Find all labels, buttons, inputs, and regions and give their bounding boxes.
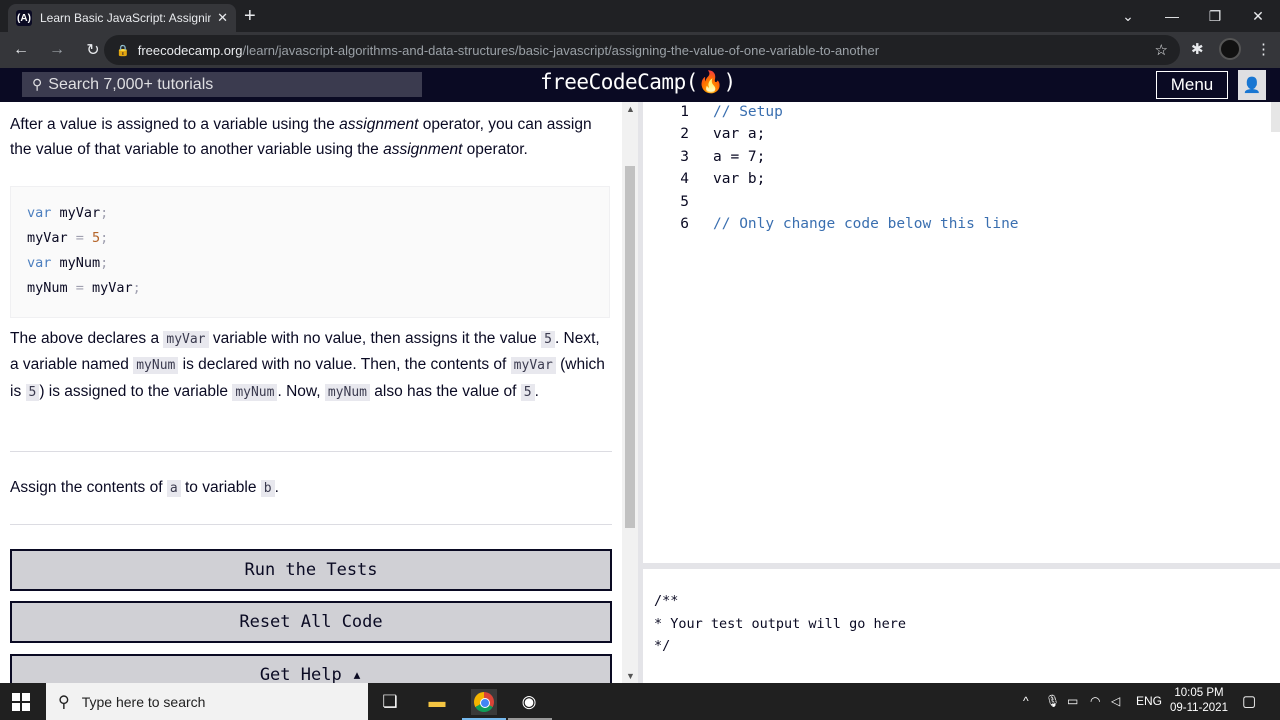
lesson-explanation: The above declares a myVar variable with… — [10, 330, 605, 401]
clock-date: 09-11-2021 — [1170, 702, 1228, 714]
lesson-task: Assign the contents of a to variable b. — [10, 479, 279, 497]
file-explorer-icon[interactable]: ▬ — [424, 689, 450, 715]
url-host: freecodecamp.org — [137, 42, 243, 58]
chrome-taskbar-icon[interactable] — [471, 689, 497, 715]
scroll-down-icon[interactable]: ▼ — [626, 671, 635, 681]
search-icon: ⚲ — [58, 693, 70, 711]
editor-line: 1// Setup — [680, 104, 783, 120]
code-line: myNum = myVar; — [27, 280, 141, 296]
user-avatar-icon[interactable]: 👤 — [1238, 70, 1266, 100]
output-line: /** — [654, 593, 679, 609]
run-tests-button[interactable]: Run the Tests — [10, 549, 612, 591]
code-line: var myVar; — [27, 205, 109, 221]
battery-icon[interactable]: ▭ — [1067, 694, 1078, 708]
bookmark-star-icon[interactable]: ☆ — [1155, 41, 1168, 59]
tab-search-chevron-icon[interactable]: ⌄ — [1106, 0, 1150, 32]
lesson-pane: After a value is assigned to a variable … — [0, 102, 622, 683]
editor-line: 2 var a; — [680, 126, 766, 142]
close-window-icon[interactable]: ✕ — [1236, 0, 1280, 32]
output-line: * Your test output will go here — [654, 616, 906, 632]
editor-line: 4 var b; — [680, 171, 766, 187]
profile-avatar[interactable] — [1219, 38, 1241, 60]
editor-scrollbar[interactable] — [1271, 102, 1280, 132]
tab-title: Learn Basic JavaScript: Assigning — [40, 11, 212, 25]
test-output-panel: /** * Your test output will go here */ — [643, 569, 1280, 683]
notifications-icon[interactable]: ▢ — [1242, 692, 1256, 710]
fcc-logo[interactable]: freeCodeCamp(🔥) — [540, 70, 736, 95]
close-tab-icon[interactable]: ✕ — [217, 10, 228, 26]
divider — [10, 451, 612, 452]
reset-code-button[interactable]: Reset All Code — [10, 601, 612, 643]
menu-button[interactable]: Menu — [1156, 71, 1228, 99]
browser-tab-strip: (A) Learn Basic JavaScript: Assigning ✕ … — [0, 0, 1280, 32]
show-hidden-icons-icon[interactable]: ^ — [1023, 694, 1029, 708]
taskbar-search-placeholder: Type here to search — [81, 693, 206, 710]
url-path: /learn/javascript-algorithms-and-data-st… — [242, 42, 880, 58]
taskbar-search-input[interactable]: ⚲ Type here to search — [46, 683, 368, 720]
fcc-favicon-icon: (A) — [16, 10, 32, 26]
address-bar[interactable]: 🔒 freecodecamp.org /learn/javascript-alg… — [104, 35, 1180, 65]
browser-menu-icon[interactable]: ⋮ — [1256, 40, 1271, 58]
search-icon: ⚲ — [32, 76, 43, 92]
language-indicator[interactable]: ENG — [1136, 694, 1162, 708]
windows-taskbar: ⚲ Type here to search ❏ ▬ ◉ ^ 🎙 ▭ ◠ ◁ EN… — [0, 683, 1280, 720]
search-placeholder: Search 7,000+ tutorials — [48, 75, 214, 93]
extensions-puzzle-icon[interactable]: ✱ — [1191, 40, 1204, 58]
volume-icon[interactable]: ◁ — [1111, 694, 1120, 708]
browser-toolbar: ← → ↻ 🔒 freecodecamp.org /learn/javascri… — [0, 32, 1280, 68]
code-example: var myVar; myVar = 5; var myNum; myNum =… — [10, 186, 610, 318]
search-input[interactable]: ⚲ Search 7,000+ tutorials — [22, 72, 422, 97]
obs-icon[interactable]: ◉ — [516, 689, 542, 715]
windows-start-icon[interactable] — [12, 693, 30, 711]
editor-line: 5 — [680, 194, 689, 210]
browser-tab[interactable]: (A) Learn Basic JavaScript: Assigning ✕ — [8, 4, 236, 32]
task-view-icon[interactable]: ❏ — [377, 689, 403, 715]
scroll-thumb[interactable] — [625, 166, 635, 528]
code-line: var myNum; — [27, 255, 109, 271]
wifi-icon[interactable]: ◠ — [1090, 694, 1100, 708]
microphone-icon[interactable]: 🎙 — [1045, 694, 1060, 708]
code-line: myVar = 5; — [27, 230, 109, 246]
lesson-intro: After a value is assigned to a variable … — [10, 116, 592, 159]
scroll-up-icon[interactable]: ▲ — [626, 104, 635, 114]
clock-time: 10:05 PM — [1174, 687, 1224, 699]
back-icon[interactable]: ← — [6, 35, 36, 65]
output-line: */ — [654, 638, 671, 654]
divider — [10, 524, 612, 525]
lesson-scrollbar[interactable]: ▲ ▼ — [622, 102, 638, 683]
code-editor[interactable]: 1// Setup 2 var a; 3a = 7; 4 var b; 5 6// … — [643, 102, 1280, 563]
system-clock[interactable]: 10:05 PM 09-11-2021 — [1168, 686, 1230, 716]
lock-icon: 🔒 — [116, 44, 130, 57]
fcc-navbar: ⚲ Search 7,000+ tutorials freeCodeCamp(🔥… — [0, 68, 1280, 102]
editor-line: 6// Only change code below this line — [680, 216, 1019, 232]
restore-icon[interactable]: ❐ — [1193, 0, 1237, 32]
minimize-icon[interactable]: — — [1150, 0, 1194, 32]
editor-line: 3a = 7; — [680, 149, 766, 165]
forward-icon[interactable]: → — [42, 35, 72, 65]
get-help-button[interactable]: Get Help ▴ — [10, 654, 612, 683]
new-tab-icon[interactable]: + — [244, 6, 256, 26]
